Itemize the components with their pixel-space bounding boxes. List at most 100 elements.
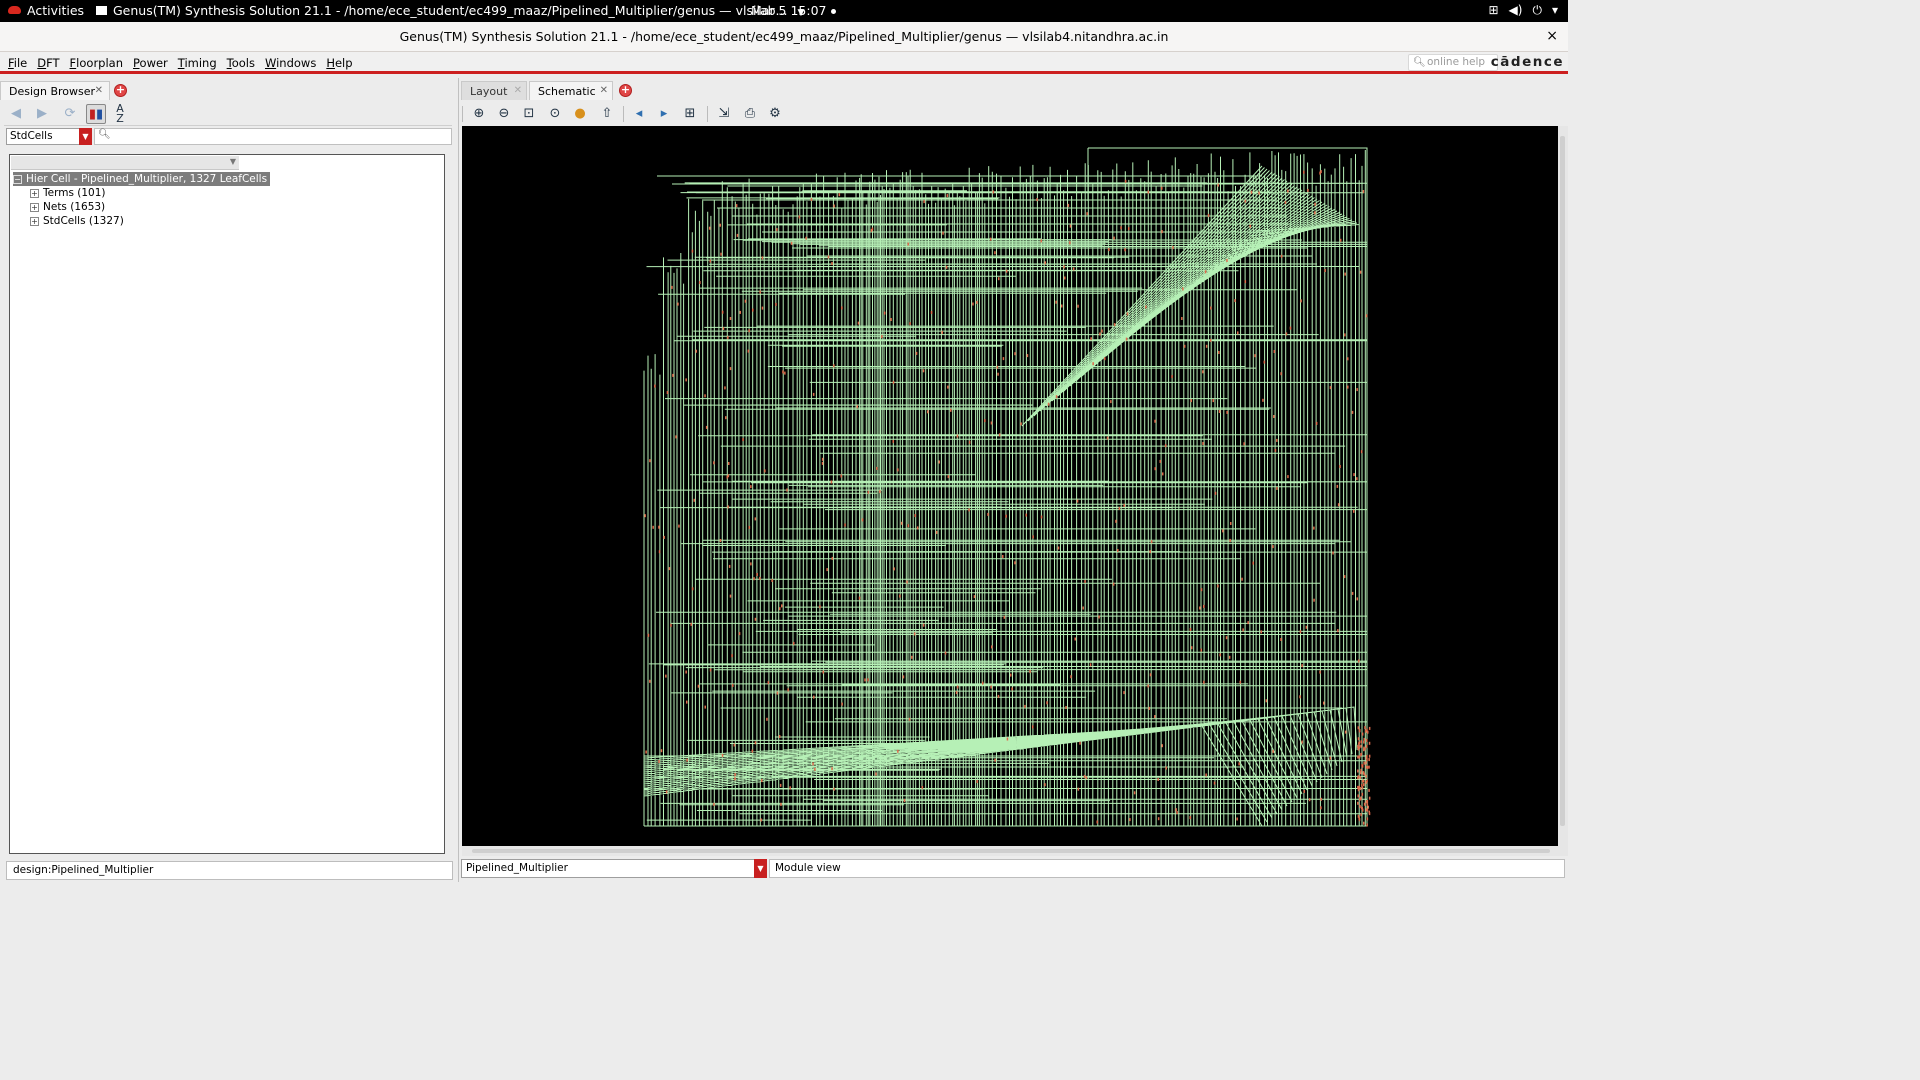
vertical-scroll-thumb[interactable] — [1560, 136, 1565, 826]
menu-windows[interactable]: Windows — [265, 56, 316, 70]
expand-icon[interactable]: + — [30, 189, 39, 198]
pin-marker — [1364, 726, 1366, 730]
pin-marker — [764, 469, 766, 473]
add-tab-icon[interactable]: + — [114, 84, 127, 97]
expand-icon[interactable]: + — [30, 203, 39, 212]
collapse-icon[interactable]: − — [13, 175, 22, 184]
pin-marker — [1076, 499, 1079, 503]
pin-marker — [1339, 238, 1342, 242]
pin-marker — [727, 336, 729, 340]
volume-icon[interactable]: ◀) — [1509, 3, 1523, 17]
pin-marker — [1225, 636, 1228, 640]
window-close-button[interactable]: × — [1546, 22, 1558, 51]
menu-timing[interactable]: Timing — [178, 56, 217, 70]
network-icon[interactable]: ⊞ — [1488, 3, 1498, 17]
pin-marker — [875, 772, 877, 776]
pin-marker — [747, 349, 750, 353]
tree-item-root[interactable]: − Hier Cell - Pipelined_Multiplier, 1327 … — [13, 172, 271, 186]
pin-marker — [671, 285, 673, 289]
module-select[interactable]: Pipelined_Multiplier ▼ — [461, 859, 767, 878]
tree-item-terms[interactable]: + Terms (101) — [30, 186, 106, 200]
pin-marker — [1351, 410, 1354, 414]
menu-file[interactable]: File — [8, 56, 27, 70]
zoom-area-icon[interactable]: ⊡ — [519, 104, 539, 124]
pin-marker — [1314, 211, 1316, 215]
sort-az-icon[interactable]: AZ — [110, 103, 130, 124]
chevron-down-icon[interactable]: ▼ — [754, 859, 767, 878]
menu-floorplan[interactable]: Floorplan — [70, 56, 123, 70]
pin-marker — [647, 633, 650, 637]
forward-icon[interactable]: ▶ — [32, 104, 52, 124]
pin-marker — [1149, 550, 1151, 554]
pin-marker — [871, 227, 874, 231]
vertical-scrollbar[interactable] — [1558, 126, 1568, 856]
add-tab-icon[interactable]: + — [619, 84, 632, 97]
close-icon[interactable]: ✕ — [600, 85, 608, 96]
horizontal-scrollbar[interactable] — [462, 846, 1558, 856]
menu-help[interactable]: Help — [326, 56, 352, 70]
chevron-down-icon[interactable]: ▼ — [79, 128, 92, 145]
pin-marker — [1280, 372, 1282, 376]
menu-tools[interactable]: Tools — [227, 56, 255, 70]
tab-design-browser[interactable]: Design Browser ✕ — [0, 81, 110, 100]
activities-button[interactable]: Activities — [8, 3, 84, 18]
chevron-down-icon: ▼ — [229, 157, 236, 166]
chevron-down-icon[interactable]: ▾ — [1552, 3, 1558, 17]
tab-layout[interactable]: Layout ✕ — [461, 81, 527, 100]
horizontal-scroll-thumb[interactable] — [472, 849, 1550, 853]
pin-marker — [1344, 333, 1346, 337]
settings-gear-icon[interactable]: ⚙ — [765, 104, 785, 124]
expand-icon[interactable]: + — [30, 217, 39, 226]
tree-item-stdcells[interactable]: + StdCells (1327) — [30, 214, 124, 228]
pin-marker — [1303, 789, 1305, 793]
pin-marker — [1064, 276, 1066, 280]
pin-marker — [1308, 798, 1311, 802]
hierarchy-icon[interactable]: ⊞ — [680, 104, 700, 124]
system-tray[interactable]: ⊞ ◀) ⏻ ▾ — [1478, 3, 1558, 18]
export-icon[interactable]: ⇲ — [714, 104, 734, 124]
close-icon[interactable]: ✕ — [95, 85, 103, 96]
online-help-input[interactable]: 🔍︎ online help — [1408, 54, 1498, 71]
zoom-out-icon[interactable]: ⊖ — [494, 104, 514, 124]
refresh-icon[interactable]: ⟳ — [60, 104, 80, 124]
pin-marker — [728, 564, 731, 568]
pin-marker — [968, 440, 971, 444]
design-tree[interactable]: ▼ − Hier Cell - Pipelined_Multiplier, 132… — [9, 154, 445, 854]
next-icon[interactable]: ▸ — [654, 104, 674, 124]
pin-marker — [1363, 821, 1365, 825]
tree-item-nets[interactable]: + Nets (1653) — [30, 200, 105, 214]
pin-marker — [1074, 637, 1076, 641]
browser-search-input[interactable]: 🔍︎ — [94, 128, 452, 145]
close-icon[interactable]: ✕ — [514, 85, 522, 96]
pin-marker — [897, 749, 899, 753]
menu-power[interactable]: Power — [133, 56, 168, 70]
back-icon[interactable]: ◀ — [6, 104, 26, 124]
power-icon[interactable]: ⏻ — [1532, 3, 1542, 17]
pin-marker — [1358, 741, 1361, 745]
pin-marker — [1104, 357, 1106, 361]
clock[interactable]: Mar 5 15:07 — [751, 3, 836, 18]
pin-marker — [1356, 477, 1358, 481]
filter-toggle-icon[interactable]: ▮▮ — [86, 104, 106, 124]
push-up-icon[interactable]: ⇧ — [597, 104, 617, 124]
pin-marker — [900, 521, 903, 525]
schematic-canvas[interactable] — [462, 126, 1558, 846]
pin-marker — [1315, 421, 1318, 425]
pin-marker — [947, 475, 950, 479]
tree-column-header[interactable]: ▼ — [11, 156, 239, 170]
app-menu[interactable]: Genus(TM) Synthesis Solution 21.1 - /hom… — [96, 3, 804, 18]
previous-icon[interactable]: ◂ — [629, 104, 649, 124]
pin-marker — [996, 365, 999, 369]
print-icon[interactable]: ⎙ — [740, 104, 760, 124]
pin-marker — [760, 818, 762, 822]
pin-marker — [1113, 236, 1115, 240]
menu-dft[interactable]: DFT — [37, 56, 59, 70]
pin-marker — [1357, 744, 1359, 748]
zoom-fit-icon[interactable]: ⊙ — [545, 104, 565, 124]
redraw-icon[interactable]: ● — [570, 104, 590, 124]
pin-marker — [790, 241, 793, 245]
schematic-drawing[interactable] — [462, 126, 1558, 846]
tab-schematic[interactable]: Schematic ✕ — [529, 81, 613, 100]
object-type-select[interactable]: StdCells ▼ — [6, 128, 92, 145]
zoom-in-icon[interactable]: ⊕ — [469, 104, 489, 124]
